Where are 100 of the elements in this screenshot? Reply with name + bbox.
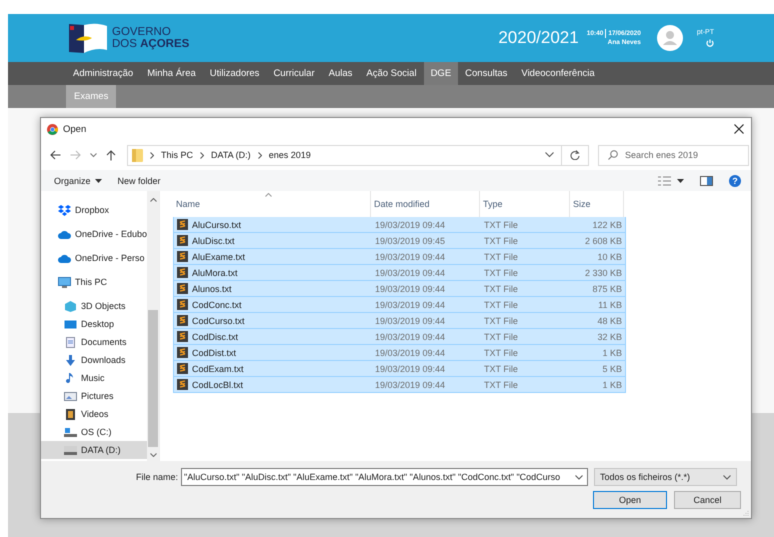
chevron-right-icon: [258, 152, 262, 158]
breadcrumb-item[interactable]: This PC: [161, 150, 194, 160]
cancel-button[interactable]: Cancel: [674, 491, 741, 509]
size-cell-text: 5 KB: [601, 364, 623, 374]
up-arrow-icon[interactable]: [106, 150, 116, 160]
nav-item[interactable]: Desktop: [41, 315, 147, 333]
file-name-field[interactable]: "AluCurso.txt" "AluDisc.txt" "AluExame.txt" "AluMora.txt" "Alunos.txt" "CodConc.txt" "CodCurso: [181, 468, 588, 486]
type-cell-text: TXT File: [483, 252, 519, 262]
type-cell-text: TXT File: [483, 284, 519, 294]
nav-item[interactable]: Downloads: [41, 351, 147, 369]
text-file-icon: [177, 283, 188, 294]
chevron-down-icon[interactable]: [575, 474, 583, 480]
file-row[interactable]: AluMora.txt 19/03/2019 09:44 TXT File 2 330 KB: [173, 265, 626, 281]
pc-icon: [58, 276, 71, 288]
file-name: AluMora.txt: [192, 268, 238, 278]
view-options-icon[interactable]: [658, 176, 671, 186]
menu-item[interactable]: Consultas: [458, 62, 514, 85]
file-row[interactable]: AluExame.txt 19/03/2019 09:44 TXT File 10 KB: [173, 249, 626, 265]
nav-item[interactable]: 3D Objects: [41, 297, 147, 315]
resize-grip-icon[interactable]: [743, 510, 749, 516]
text-file-icon: [177, 331, 188, 342]
file-row[interactable]: CodCurso.txt 19/03/2019 09:44 TXT File 48 KB: [173, 313, 626, 329]
refresh-icon: [570, 150, 580, 160]
nav-item[interactable]: Pictures: [41, 387, 147, 405]
back-arrow-icon[interactable]: [50, 150, 61, 160]
chevron-down-icon[interactable]: [90, 152, 97, 158]
file-row[interactable]: CodExam.txt 19/03/2019 09:44 TXT File 5 KB: [173, 361, 626, 377]
preview-pane-icon[interactable]: [700, 176, 713, 186]
file-name: CodCurso.txt: [192, 316, 245, 326]
scroll-down-icon[interactable]: [150, 453, 156, 457]
date-cell-text: 19/03/2019 09:45: [374, 236, 446, 246]
nav-item[interactable]: This PC: [41, 273, 147, 291]
address-bar[interactable]: This PC DATA (D:) enes 2019: [127, 144, 589, 166]
type-cell-text: TXT File: [483, 220, 519, 230]
text-file-icon: [177, 379, 188, 390]
file-row[interactable]: CodConc.txt 19/03/2019 09:44 TXT File 11 KB: [173, 297, 626, 313]
date-cell-text: 19/03/2019 09:44: [374, 364, 446, 374]
dropbox-icon: [58, 204, 71, 216]
organize-button[interactable]: Organize: [54, 176, 102, 186]
nav-item[interactable]: OneDrive - Perso: [41, 249, 147, 267]
text-file-icon: [177, 267, 188, 278]
file-name: CodConc.txt: [192, 300, 242, 310]
file-name: AluExame.txt: [192, 252, 246, 262]
desktop-icon: [64, 318, 77, 330]
file-row[interactable]: CodDist.txt 19/03/2019 09:44 TXT File 1 KB: [173, 345, 626, 361]
nav-item[interactable]: OneDrive - Edubo: [41, 225, 147, 243]
type-cell-text: TXT File: [483, 268, 519, 278]
search-field[interactable]: Search enes 2019: [598, 144, 749, 166]
type-cell-text: TXT File: [483, 380, 519, 390]
chevron-down-icon[interactable]: [545, 152, 554, 158]
caret-icon[interactable]: [677, 178, 684, 182]
search-icon: [608, 150, 618, 160]
close-icon[interactable]: [734, 124, 744, 134]
type-cell-text: TXT File: [483, 332, 519, 342]
nav-item[interactable]: DATA (D:): [41, 441, 147, 459]
breadcrumb-item[interactable]: DATA (D:): [211, 150, 251, 160]
menu-item[interactable]: Minha Área: [140, 62, 203, 85]
help-button[interactable]: ?: [729, 174, 741, 186]
size-cell-text: 10 KB: [596, 252, 623, 262]
menu-item[interactable]: Videoconferência: [514, 62, 602, 85]
menu-item[interactable]: Administração: [66, 62, 140, 85]
nav-item[interactable]: Dropbox: [41, 201, 147, 219]
date-cell-text: 19/03/2019 09:44: [374, 300, 446, 310]
menu-item[interactable]: Curricular: [266, 62, 322, 85]
school-year: 2020/2021: [498, 28, 579, 48]
text-file-icon: [177, 315, 188, 326]
text-file-icon: [177, 235, 188, 246]
file-row[interactable]: Alunos.txt 19/03/2019 09:44 TXT File 875 KB: [173, 281, 626, 297]
menu-item[interactable]: DGE: [424, 62, 458, 85]
file-row[interactable]: AluCurso.txt 19/03/2019 09:44 TXT File 122 KB: [173, 217, 626, 233]
open-button[interactable]: Open: [593, 491, 667, 509]
scrollbar[interactable]: [147, 191, 159, 461]
size-cell-text: 32 KB: [596, 332, 623, 342]
nav-item[interactable]: Videos: [41, 405, 147, 423]
chevron-right-icon: [150, 152, 154, 158]
power-icon[interactable]: [706, 39, 714, 47]
size-cell-text: 11 KB: [597, 300, 623, 310]
menu-item[interactable]: Ação Social: [359, 62, 424, 85]
file-row[interactable]: CodLocBl.txt 19/03/2019 09:44 TXT File 1 KB: [173, 377, 626, 393]
date-cell-text: 19/03/2019 09:44: [374, 316, 446, 326]
new-folder-button[interactable]: New folder: [118, 176, 161, 186]
type-cell-text: TXT File: [483, 364, 519, 374]
logo-text: DOS AÇORES: [112, 38, 190, 50]
menu-item[interactable]: Aulas: [322, 62, 360, 85]
file-name-label: File name:: [134, 472, 179, 482]
nav-item[interactable]: Documents: [41, 333, 147, 351]
scroll-up-icon[interactable]: [150, 198, 156, 202]
nav-item[interactable]: Music: [41, 369, 147, 387]
file-type-dropdown[interactable]: Todos os ficheiros (*.*): [594, 468, 737, 486]
documents-icon: [64, 336, 77, 348]
breadcrumb-item[interactable]: enes 2019: [268, 150, 311, 160]
file-row[interactable]: CodDisc.txt 19/03/2019 09:44 TXT File 32 KB: [173, 329, 626, 345]
avatar-icon[interactable]: [656, 25, 683, 51]
text-file-icon: [177, 347, 188, 358]
date-cell-text: 19/03/2019 09:44: [374, 380, 446, 390]
downloads-icon: [64, 354, 77, 366]
text-file-icon: [177, 219, 188, 230]
menu-item[interactable]: Utilizadores: [202, 62, 266, 85]
nav-item[interactable]: OS (C:): [41, 423, 147, 441]
file-row[interactable]: AluDisc.txt 19/03/2019 09:45 TXT File 2 608 KB: [173, 233, 626, 249]
